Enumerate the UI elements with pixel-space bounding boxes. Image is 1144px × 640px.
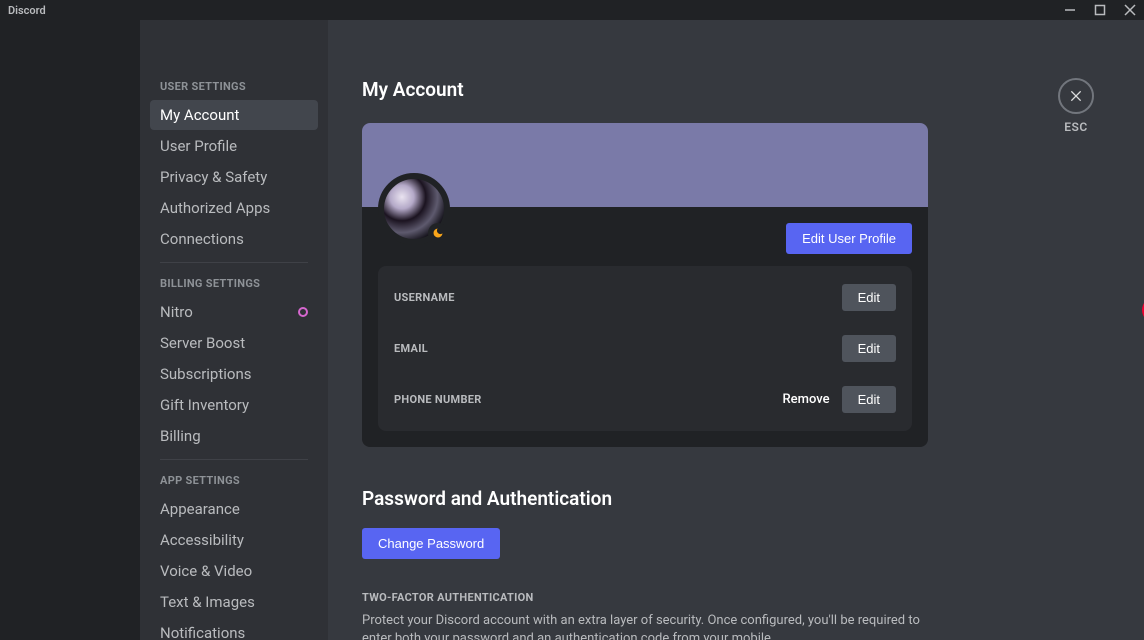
sidebar-item-my-account[interactable]: My Account xyxy=(150,100,318,130)
sidebar-item-server-boost[interactable]: Server Boost xyxy=(150,328,318,358)
settings-sidebar: USER SETTINGS My Account User Profile Pr… xyxy=(140,20,328,640)
nitro-badge-icon xyxy=(298,307,308,317)
sidebar-item-accessibility[interactable]: Accessibility xyxy=(150,525,318,555)
close-settings-button[interactable]: ESC xyxy=(1058,78,1094,134)
field-username: USERNAME Edit xyxy=(394,284,896,335)
sidebar-divider xyxy=(160,459,308,460)
edit-phone-button[interactable]: Edit xyxy=(842,386,896,413)
sidebar-item-notifications[interactable]: Notifications xyxy=(150,618,318,640)
sidebar-item-voice-video[interactable]: Voice & Video xyxy=(150,556,318,586)
sidebar-item-subscriptions[interactable]: Subscriptions xyxy=(150,359,318,389)
sidebar-item-connections[interactable]: Connections xyxy=(150,224,318,254)
sidebar-item-label: Privacy & Safety xyxy=(160,168,267,186)
remove-phone-link[interactable]: Remove xyxy=(783,392,830,407)
tfa-label: TWO-FACTOR AUTHENTICATION xyxy=(362,591,928,604)
tfa-description: Protect your Discord account with an ext… xyxy=(362,612,928,640)
sidebar-item-label: My Account xyxy=(160,106,239,124)
password-section-title: Password and Authentication xyxy=(362,487,928,510)
content-area: ESC My Account Edit User Profile xyxy=(328,20,1144,640)
sidebar-item-label: User Profile xyxy=(160,137,237,155)
sidebar-item-nitro[interactable]: Nitro xyxy=(150,297,318,327)
sidebar-item-label: Authorized Apps xyxy=(160,199,270,217)
field-label: USERNAME xyxy=(394,291,455,304)
sidebar-item-privacy-safety[interactable]: Privacy & Safety xyxy=(150,162,318,192)
app-name: Discord xyxy=(8,4,46,17)
window-controls xyxy=(1064,4,1136,16)
sidebar-item-label: Text & Images xyxy=(160,593,255,611)
edit-user-profile-button[interactable]: Edit User Profile xyxy=(786,223,912,254)
sidebar-item-label: Subscriptions xyxy=(160,365,251,383)
sidebar-header-app: APP SETTINGS xyxy=(150,468,318,493)
close-icon xyxy=(1058,78,1094,114)
close-label: ESC xyxy=(1058,120,1094,134)
sidebar-header-billing: BILLING SETTINGS xyxy=(150,271,318,296)
sidebar-item-label: Connections xyxy=(160,230,244,248)
sidebar-header-user: USER SETTINGS xyxy=(150,74,318,99)
sidebar-item-billing[interactable]: Billing xyxy=(150,421,318,451)
account-fields: USERNAME Edit EMAIL Edit PHONE NUMBER xyxy=(378,266,912,431)
sidebar-item-user-profile[interactable]: User Profile xyxy=(150,131,318,161)
window-titlebar: Discord xyxy=(0,0,1144,20)
sidebar-item-appearance[interactable]: Appearance xyxy=(150,494,318,524)
status-indicator xyxy=(428,223,448,243)
avatar-container xyxy=(378,173,450,245)
sidebar-item-text-images[interactable]: Text & Images xyxy=(150,587,318,617)
sidebar-item-label: Server Boost xyxy=(160,334,245,352)
sidebar-item-authorized-apps[interactable]: Authorized Apps xyxy=(150,193,318,223)
idle-icon xyxy=(432,227,444,239)
edit-email-button[interactable]: Edit xyxy=(842,335,896,362)
change-password-button[interactable]: Change Password xyxy=(362,528,500,559)
minimize-button[interactable] xyxy=(1064,4,1076,16)
sidebar-item-label: Accessibility xyxy=(160,531,244,549)
sidebar-item-label: Appearance xyxy=(160,500,240,518)
maximize-button[interactable] xyxy=(1094,4,1106,16)
sidebar-item-label: Billing xyxy=(160,427,201,445)
edit-username-button[interactable]: Edit xyxy=(842,284,896,311)
sidebar-item-label: Gift Inventory xyxy=(160,396,249,414)
left-gutter xyxy=(0,20,140,640)
page-title: My Account xyxy=(362,78,928,101)
close-window-button[interactable] xyxy=(1124,4,1136,16)
sidebar-item-gift-inventory[interactable]: Gift Inventory xyxy=(150,390,318,420)
sidebar-item-label: Nitro xyxy=(160,303,193,321)
field-email: EMAIL Edit xyxy=(394,335,896,386)
field-phone: PHONE NUMBER Remove Edit xyxy=(394,386,896,423)
field-label: PHONE NUMBER xyxy=(394,393,482,406)
sidebar-item-label: Voice & Video xyxy=(160,562,252,580)
sidebar-item-label: Notifications xyxy=(160,624,245,640)
field-label: EMAIL xyxy=(394,342,428,355)
sidebar-divider xyxy=(160,262,308,263)
account-card: Edit User Profile USERNAME Edit EMAIL Ed… xyxy=(362,123,928,447)
